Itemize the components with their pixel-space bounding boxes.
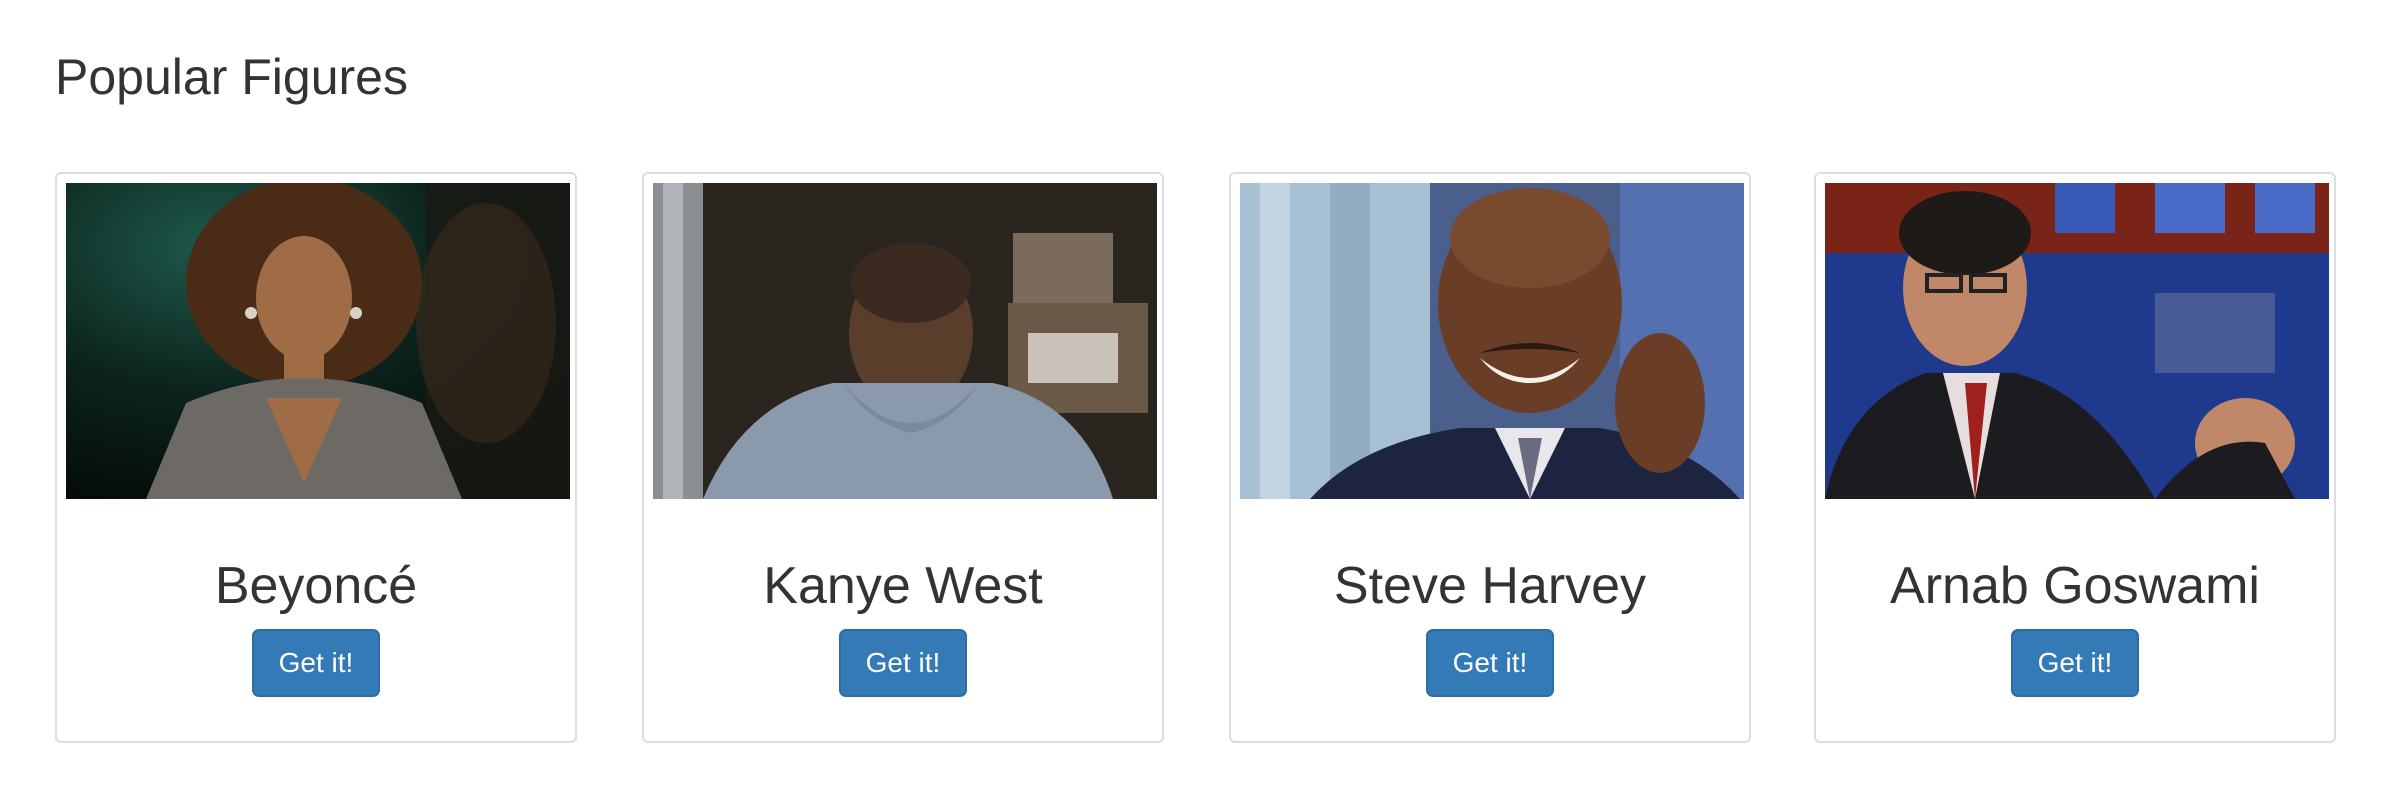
steve-harvey-photo [1240, 183, 1744, 499]
get-it-button-beyonce[interactable]: Get it! [252, 629, 380, 697]
figure-name: Arnab Goswami [1890, 557, 2260, 615]
figure-card-kanye-west: Kanye West Get it! [642, 172, 1164, 743]
figure-card-beyonce: Beyoncé Get it! [55, 172, 577, 743]
kanye-west-photo [653, 183, 1157, 499]
beyonce-photo [66, 183, 570, 499]
get-it-button-steve-harvey[interactable]: Get it! [1426, 629, 1554, 697]
get-it-button-kanye-west[interactable]: Get it! [839, 629, 967, 697]
figure-card-steve-harvey: Steve Harvey Get it! [1229, 172, 1751, 743]
figure-name: Beyoncé [214, 557, 418, 615]
figure-name: Kanye West [763, 557, 1043, 615]
arnab-goswami-photo [1825, 183, 2329, 499]
page-title: Popular Figures [55, 49, 408, 105]
figure-card-arnab-goswami: Arnab Goswami Get it! [1814, 172, 2336, 743]
get-it-button-arnab-goswami[interactable]: Get it! [2011, 629, 2139, 697]
figure-name: Steve Harvey [1333, 557, 1647, 615]
